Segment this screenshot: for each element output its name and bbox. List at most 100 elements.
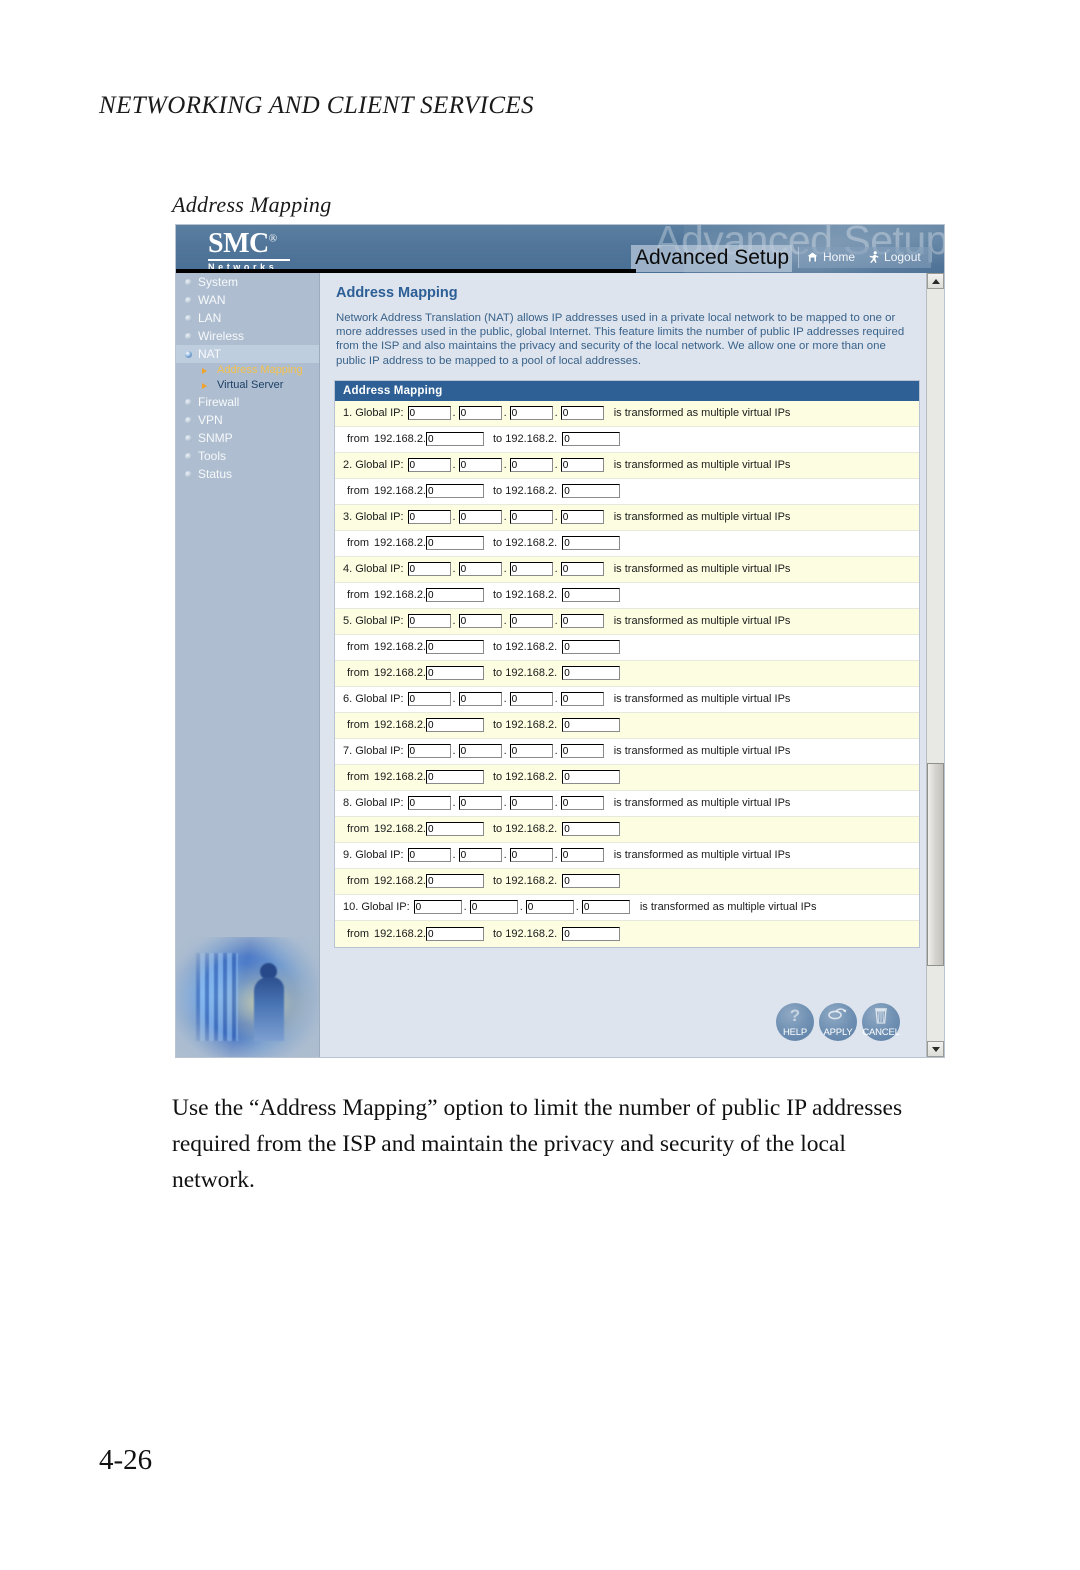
global-ip-octet-input[interactable]: 0 (525, 900, 574, 915)
pool-end-input[interactable]: 0 (562, 770, 621, 785)
global-ip-octet-input[interactable]: 0 (560, 406, 604, 421)
pool-end-input[interactable]: 0 (562, 536, 621, 551)
pool-start-input[interactable]: 0 (426, 718, 484, 733)
sidebar-item-wan[interactable]: WAN (176, 291, 319, 309)
sidebar-item-system[interactable]: System (176, 273, 319, 291)
to-label: to 192.168.2. (493, 927, 558, 940)
global-ip-octet-input[interactable]: 0 (509, 744, 553, 759)
global-ip-octet-input[interactable]: 0 (509, 796, 553, 811)
pool-start-input[interactable]: 0 (426, 536, 484, 551)
pool-start-input[interactable]: 0 (426, 874, 484, 889)
global-ip-row: 5. Global IP: 0. 0. 0. 0 is transformed as mu… (335, 608, 919, 635)
scroll-down-button[interactable] (927, 1041, 944, 1057)
vertical-scrollbar[interactable] (926, 273, 944, 1057)
pool-end-input[interactable]: 0 (562, 640, 621, 655)
scrollbar-track[interactable] (927, 289, 944, 1041)
sidebar-subitem-label: Virtual Server (217, 379, 284, 391)
global-ip-octet-input[interactable]: 0 (458, 744, 502, 759)
global-ip-octet-input[interactable]: 0 (560, 744, 604, 759)
global-ip-octet-input[interactable]: 0 (581, 900, 630, 915)
to-label: to 192.168.2. (493, 719, 558, 732)
sidebar-item-label: SNMP (198, 431, 233, 445)
global-ip-octet-input[interactable]: 0 (509, 510, 553, 525)
pool-start-input[interactable]: 0 (426, 640, 484, 655)
sidebar-subitem-virtual-server[interactable]: Virtual Server (176, 378, 319, 393)
pool-start-input[interactable]: 0 (426, 822, 484, 837)
help-button-label: HELP (782, 1027, 808, 1038)
global-ip-octet-input[interactable]: 0 (407, 614, 451, 629)
sidebar-item-firewall[interactable]: Firewall (176, 393, 319, 411)
global-ip-octet-input[interactable]: 0 (560, 562, 604, 577)
global-ip-octet-input[interactable]: 0 (560, 692, 604, 707)
cancel-button[interactable]: CANCEL (862, 1003, 900, 1041)
from-label: from (347, 589, 369, 602)
sidebar-item-nat[interactable]: NAT (176, 345, 319, 363)
global-ip-octet-input[interactable]: 0 (469, 900, 518, 915)
global-ip-octet-input[interactable]: 0 (458, 510, 502, 525)
global-ip-octet-input[interactable]: 0 (560, 458, 604, 473)
global-ip-octet-input[interactable]: 0 (458, 458, 502, 473)
global-ip-octet-input[interactable]: 0 (407, 510, 451, 525)
pool-start-input[interactable]: 0 (426, 588, 484, 603)
global-ip-octet-input[interactable]: 0 (560, 510, 604, 525)
apply-button[interactable]: APPLY (819, 1003, 857, 1041)
global-ip-octet-input[interactable]: 0 (407, 406, 451, 421)
ip-separator-dot: . (554, 511, 558, 524)
pool-start-input[interactable]: 0 (426, 666, 484, 681)
global-ip-octet-input[interactable]: 0 (458, 796, 502, 811)
pool-end-input[interactable]: 0 (562, 822, 621, 837)
global-ip-row: 7. Global IP: 0. 0. 0. 0 is transformed as mu… (335, 738, 919, 765)
help-button[interactable]: ? HELP (776, 1003, 814, 1041)
global-ip-octet-input[interactable]: 0 (509, 692, 553, 707)
logout-link[interactable]: Logout (869, 250, 921, 264)
to-label: to 192.168.2. (493, 537, 558, 550)
scroll-up-button[interactable] (927, 273, 944, 289)
sidebar-item-list: System WAN LAN Wireless NAT Address Mapping Vi… (176, 273, 319, 483)
global-ip-octet-input[interactable]: 0 (509, 614, 553, 629)
pool-start-input[interactable]: 0 (426, 484, 484, 499)
smc-logo-rule (208, 259, 290, 261)
global-ip-octet-input[interactable]: 0 (458, 614, 502, 629)
pool-end-input[interactable]: 0 (562, 432, 621, 447)
pool-end-input[interactable]: 0 (562, 718, 621, 733)
pool-start-input[interactable]: 0 (426, 432, 484, 447)
home-link[interactable]: Home (807, 250, 855, 264)
sidebar-item-snmp[interactable]: SNMP (176, 429, 319, 447)
global-ip-octet-input[interactable]: 0 (509, 406, 553, 421)
global-ip-octet-input[interactable]: 0 (458, 848, 502, 863)
from-label: from (347, 875, 369, 888)
pool-start-input[interactable]: 0 (426, 770, 484, 785)
global-ip-octet-input[interactable]: 0 (509, 562, 553, 577)
global-ip-octet-input[interactable]: 0 (560, 848, 604, 863)
sidebar-item-status[interactable]: Status (176, 465, 319, 483)
global-ip-octet-input[interactable]: 0 (509, 458, 553, 473)
global-ip-octet-input[interactable]: 0 (413, 900, 462, 915)
global-ip-octet-input[interactable]: 0 (407, 562, 451, 577)
sidebar-item-wireless[interactable]: Wireless (176, 327, 319, 345)
global-ip-octet-input[interactable]: 0 (407, 692, 451, 707)
global-ip-octet-input[interactable]: 0 (560, 614, 604, 629)
sidebar-subitem-address-mapping[interactable]: Address Mapping (176, 363, 319, 378)
pool-end-input[interactable]: 0 (562, 484, 621, 499)
transformed-label: is transformed as multiple virtual IPs (613, 797, 791, 810)
sidebar-item-tools[interactable]: Tools (176, 447, 319, 465)
global-ip-octet-input[interactable]: 0 (407, 848, 451, 863)
global-ip-octet-input[interactable]: 0 (407, 458, 451, 473)
pool-end-input[interactable]: 0 (562, 666, 621, 681)
pool-end-input[interactable]: 0 (562, 926, 621, 941)
sidebar-item-lan[interactable]: LAN (176, 309, 319, 327)
scrollbar-thumb[interactable] (927, 762, 944, 966)
global-ip-octet-input[interactable]: 0 (407, 796, 451, 811)
global-ip-octet-input[interactable]: 0 (407, 744, 451, 759)
sidebar-item-vpn[interactable]: VPN (176, 411, 319, 429)
global-ip-row: 10. Global IP: 0. 0. 0. 0 is transformed as m… (335, 894, 919, 921)
global-ip-octet-input[interactable]: 0 (458, 406, 502, 421)
global-ip-octet-input[interactable]: 0 (509, 848, 553, 863)
pool-start-input[interactable]: 0 (426, 926, 484, 941)
pool-end-input[interactable]: 0 (562, 874, 621, 889)
global-ip-octet-input[interactable]: 0 (560, 796, 604, 811)
pool-end-input[interactable]: 0 (562, 588, 621, 603)
global-ip-octet-input[interactable]: 0 (458, 692, 502, 707)
ip-separator-dot: . (554, 563, 558, 576)
global-ip-octet-input[interactable]: 0 (458, 562, 502, 577)
